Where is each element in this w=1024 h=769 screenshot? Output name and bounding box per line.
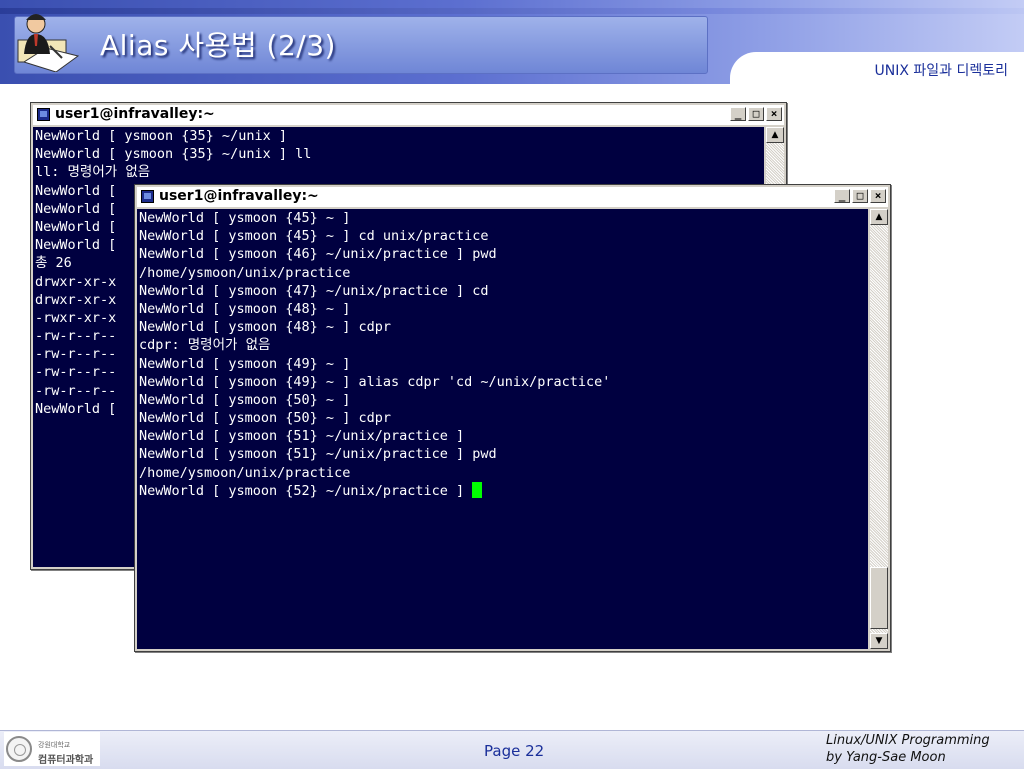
scroll-down-button[interactable]: ▼ — [870, 633, 888, 649]
terminal-line: NewWorld [ ysmoon {45} ~ ] — [139, 210, 351, 226]
scrollbar[interactable]: ▲ ▼ — [870, 209, 888, 649]
terminal-line: NewWorld [ ysmoon {51} ~/unix/practice ]… — [139, 446, 497, 463]
teacher-at-desk-icon — [17, 14, 80, 72]
terminal-line: NewWorld [ ysmoon {51} ~/unix/practice ] — [139, 428, 465, 445]
terminal-line: NewWorld [ ysmoon {52} ~/unix/practice ] — [137, 481, 868, 500]
window-titlebar[interactable]: user1@infravalley:~ _ □ × — [137, 187, 888, 207]
terminal-line: NewWorld [ ysmoon {48} ~ ] cdpr — [139, 319, 391, 336]
footer-department: 컴퓨터과학과 — [38, 755, 94, 766]
maximize-button[interactable]: □ — [852, 189, 868, 203]
slide-subtitle: UNIX 파일과 디렉토리 — [874, 63, 1009, 79]
window-title: user1@infravalley:~ — [55, 106, 215, 122]
close-button[interactable]: × — [870, 189, 886, 203]
scroll-thumb[interactable] — [870, 567, 888, 629]
minimize-button[interactable]: _ — [730, 107, 746, 121]
minimize-button[interactable]: _ — [834, 189, 850, 203]
terminal-line: NewWorld [ ysmoon {35} ~/unix ] — [35, 128, 287, 144]
terminal-cursor — [472, 481, 483, 498]
scroll-up-button[interactable]: ▲ — [870, 209, 888, 225]
terminal-window-front[interactable]: user1@infravalley:~ _ □ × NewWorld [ ysm… — [134, 184, 891, 652]
close-button[interactable]: × — [766, 107, 782, 121]
footer-school-name: 강원대학교 — [38, 741, 71, 749]
terminal-line: NewWorld [ ysmoon {50} ~ ] cdpr — [139, 410, 391, 427]
university-seal-icon — [6, 736, 32, 762]
terminal-window-icon[interactable] — [141, 190, 154, 203]
footer-course: Linux/UNIX Programming — [826, 733, 990, 748]
terminal-line: NewWorld [ ysmoon {49} ~ ] alias cdpr 'c… — [139, 373, 611, 390]
window-title: user1@infravalley:~ — [159, 188, 319, 204]
terminal-line: NewWorld [ ysmoon {50} ~ ] — [139, 391, 351, 408]
maximize-button[interactable]: □ — [748, 107, 764, 121]
footer-author: by Yang-Sae Moon — [826, 750, 946, 765]
window-titlebar[interactable]: user1@infravalley:~ _ □ × — [33, 105, 784, 125]
terminal-output: NewWorld [ ysmoon {45} ~ ] NewWorld [ ysm… — [137, 209, 868, 500]
terminal-screen[interactable]: NewWorld [ ysmoon {45} ~ ] NewWorld [ ysm… — [137, 209, 868, 649]
terminal-window-icon[interactable] — [37, 108, 50, 121]
terminal-line: NewWorld [ ysmoon {35} ~/unix ] ll — [35, 146, 312, 163]
header-stripe — [0, 8, 1024, 14]
terminal-line: /home/ysmoon/unix/practice — [139, 464, 351, 481]
terminal-line: cdpr: 명령어가 없음 — [139, 337, 271, 354]
terminal-line: NewWorld [ ysmoon {48} ~ ] — [139, 300, 351, 317]
scroll-up-button[interactable]: ▲ — [766, 127, 784, 143]
terminal-line: ll: 명령어가 없음 — [35, 164, 151, 181]
terminal-line: /home/ysmoon/unix/practice — [139, 264, 351, 281]
page-number: Page 22 — [484, 742, 545, 760]
terminal-line: NewWorld [ ysmoon {49} ~ ] — [139, 355, 351, 372]
terminal-line: NewWorld [ ysmoon {46} ~/unix/practice ]… — [139, 246, 497, 263]
terminal-line: NewWorld [ ysmoon {45} ~ ] cd unix/pract… — [139, 228, 489, 245]
terminal-line: NewWorld [ ysmoon {47} ~/unix/practice ]… — [139, 282, 489, 299]
slide-title: Alias 사용법 (2/3) — [100, 29, 336, 62]
